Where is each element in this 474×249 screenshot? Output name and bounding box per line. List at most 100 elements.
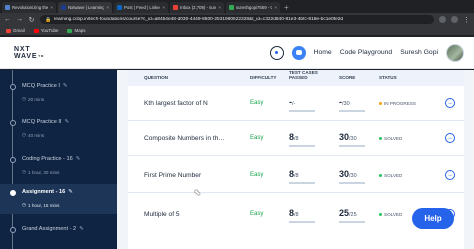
- status-dot-icon: [379, 137, 382, 140]
- back-icon[interactable]: ←: [4, 16, 11, 23]
- status-badge: IN PROGRESS: [379, 101, 416, 106]
- status-badge: SOLVED: [379, 173, 402, 178]
- question-title[interactable]: First Prime Number: [144, 172, 226, 179]
- clock-icon: ◷: [22, 202, 27, 207]
- sidebar-item-label: Assignment - 16: [22, 189, 66, 195]
- url-text: learning.ccbp.in/tech-foundations/course…: [54, 17, 344, 22]
- maps-icon: [67, 28, 73, 33]
- chat-icon[interactable]: [291, 45, 306, 60]
- sidebar-item-grand-assignment-2[interactable]: Grand Assignment - 2 ✎: [0, 222, 117, 249]
- status-dot-icon: [9, 84, 16, 90]
- tab-title: Post | Feed | LinkedIn: [124, 5, 160, 10]
- column-status: STATUS: [379, 75, 397, 80]
- sidebar-item-time: 1 hour, 15 mins: [28, 202, 60, 208]
- sidebar-item-assignment-16[interactable]: Assignment - 16 ✎ ◷ 1 hour, 15 mins: [0, 184, 117, 214]
- table-row[interactable]: Kth largest factor of N Easy -/- -/30 IN…: [128, 86, 464, 121]
- clock-icon: ◷: [22, 132, 27, 137]
- tab-favicon-icon: [117, 5, 122, 10]
- pencil-icon: ✎: [64, 119, 70, 125]
- extension-icon[interactable]: [439, 16, 446, 23]
- test-cases-value: 8/8: [289, 169, 299, 179]
- status-dot-icon: [379, 174, 382, 177]
- help-button[interactable]: Help: [412, 208, 454, 229]
- app-header: NXT WAVE TM Home Code Playground Suresh …: [0, 37, 474, 69]
- question-title[interactable]: Composite Numbers in the Range: [144, 135, 226, 142]
- course-sidebar: MCQ Practice I ✎ ◷ 20 mins MCQ Practice …: [0, 70, 117, 249]
- sidebar-item-label: Coding Practice - 16: [22, 156, 73, 162]
- difficulty-label: Easy: [250, 172, 264, 178]
- bookmark-youtube[interactable]: YouTube: [33, 28, 58, 33]
- tab-close-icon[interactable]: ×: [162, 5, 165, 10]
- forward-icon[interactable]: →: [16, 16, 23, 23]
- pencil-icon: ✎: [68, 189, 73, 195]
- bookmarks-bar: Gmail YouTube Maps: [0, 26, 474, 36]
- sidebar-item-mcq-practice-1[interactable]: MCQ Practice I ✎ ◷ 20 mins: [0, 78, 117, 108]
- test-cases-value: 8/8: [289, 208, 299, 218]
- menu-icon[interactable]: ⋮: [463, 16, 470, 24]
- gmail-icon: [6, 28, 11, 33]
- difficulty-label: Easy: [250, 211, 264, 217]
- difficulty-label: Easy: [250, 100, 264, 106]
- status-dot-icon: [9, 227, 16, 233]
- arrow-right-icon[interactable]: →: [445, 170, 455, 180]
- test-cases-value: 8/8: [289, 132, 299, 142]
- browser-tab[interactable]: Revolutionizing the Job Market ×: [2, 2, 56, 13]
- tab-favicon-icon: [229, 5, 234, 10]
- browser-tab[interactable]: Post | Feed | LinkedIn ×: [114, 2, 168, 13]
- browser-tab[interactable]: Inbox (2,708) - sureshgopi ×: [170, 2, 224, 13]
- arrow-right-icon[interactable]: →: [445, 98, 455, 108]
- tab-close-icon[interactable]: ×: [274, 5, 277, 10]
- tab-close-icon[interactable]: ×: [50, 5, 53, 10]
- difficulty-label: Easy: [250, 135, 264, 141]
- tab-close-icon[interactable]: ×: [106, 5, 109, 10]
- logo-text-bottom: WAVE TM: [14, 52, 45, 60]
- tab-favicon-icon: [61, 5, 66, 10]
- question-title[interactable]: Multiple of 5: [144, 211, 226, 218]
- browser-tab-bar: Revolutionizing the Job Market × Nxtwave…: [0, 0, 474, 13]
- table-row[interactable]: Composite Numbers in the Range Easy 8/8 …: [128, 121, 464, 156]
- reload-icon[interactable]: ↻: [28, 16, 35, 24]
- score-progress: [339, 145, 365, 147]
- tab-title: Revolutionizing the Job Market: [12, 5, 49, 10]
- status-dot-icon: [379, 213, 382, 216]
- browser-toolbar: ← → ↻ 🔒 learning.ccbp.in/tech-foundation…: [0, 13, 474, 26]
- sidebar-item-mcq-practice-2[interactable]: MCQ Practice II ✎ ◷ 40 mins: [0, 114, 117, 144]
- column-score: SCORE: [339, 75, 356, 80]
- tab-title: Inbox (2,708) - sureshgopi: [180, 5, 216, 10]
- profile-icon[interactable]: [451, 16, 458, 23]
- bookmark-label: Maps: [74, 28, 86, 33]
- logo-text-top: NXT: [14, 45, 31, 53]
- bookmark-maps[interactable]: Maps: [67, 28, 85, 33]
- table-row[interactable]: First Prime Number Easy 8/8 30/30 SOLVED…: [128, 156, 464, 193]
- timer-icon[interactable]: [269, 45, 284, 60]
- status-badge: SOLVED: [379, 212, 402, 217]
- column-question: QUESTION: [144, 75, 168, 80]
- home-link[interactable]: Home: [314, 49, 332, 56]
- lock-icon: 🔒: [45, 16, 52, 23]
- browser-tab-active[interactable]: Nxtwave | Learning Portal ×: [58, 2, 112, 13]
- score-progress: [339, 182, 365, 184]
- address-bar[interactable]: 🔒 learning.ccbp.in/tech-foundations/cour…: [40, 15, 434, 24]
- score-value: -/30: [339, 97, 350, 107]
- browser-tab[interactable]: sureshgopi7559 - Google ×: [226, 2, 280, 13]
- tab-favicon-icon: [5, 5, 10, 10]
- score-value: 25/25: [339, 208, 357, 218]
- code-playground-link[interactable]: Code Playground: [340, 49, 393, 56]
- mouse-pointer-icon: ⬉: [194, 188, 201, 197]
- pencil-icon: ✎: [75, 156, 81, 162]
- sidebar-item-coding-practice-16[interactable]: Coding Practice - 16 ✎ ◷ 1 hour, 30 mins: [0, 150, 117, 182]
- avatar[interactable]: [446, 43, 464, 62]
- tab-favicon-icon: [173, 5, 178, 10]
- status-badge: SOLVED: [379, 136, 402, 141]
- tab-close-icon[interactable]: ×: [218, 5, 221, 10]
- nxtwave-logo[interactable]: NXT WAVE TM: [14, 46, 44, 60]
- status-dot-icon: [9, 120, 16, 126]
- arrow-right-icon[interactable]: →: [445, 133, 455, 143]
- user-name[interactable]: Suresh Gopi: [400, 49, 438, 56]
- new-tab-button[interactable]: +: [284, 2, 289, 13]
- question-title[interactable]: Kth largest factor of N: [144, 100, 226, 107]
- test-cases-progress: [289, 182, 315, 184]
- tab-title: Nxtwave | Learning Portal: [68, 5, 105, 10]
- status-dot-icon: [379, 102, 382, 105]
- bookmark-gmail[interactable]: Gmail: [6, 28, 25, 33]
